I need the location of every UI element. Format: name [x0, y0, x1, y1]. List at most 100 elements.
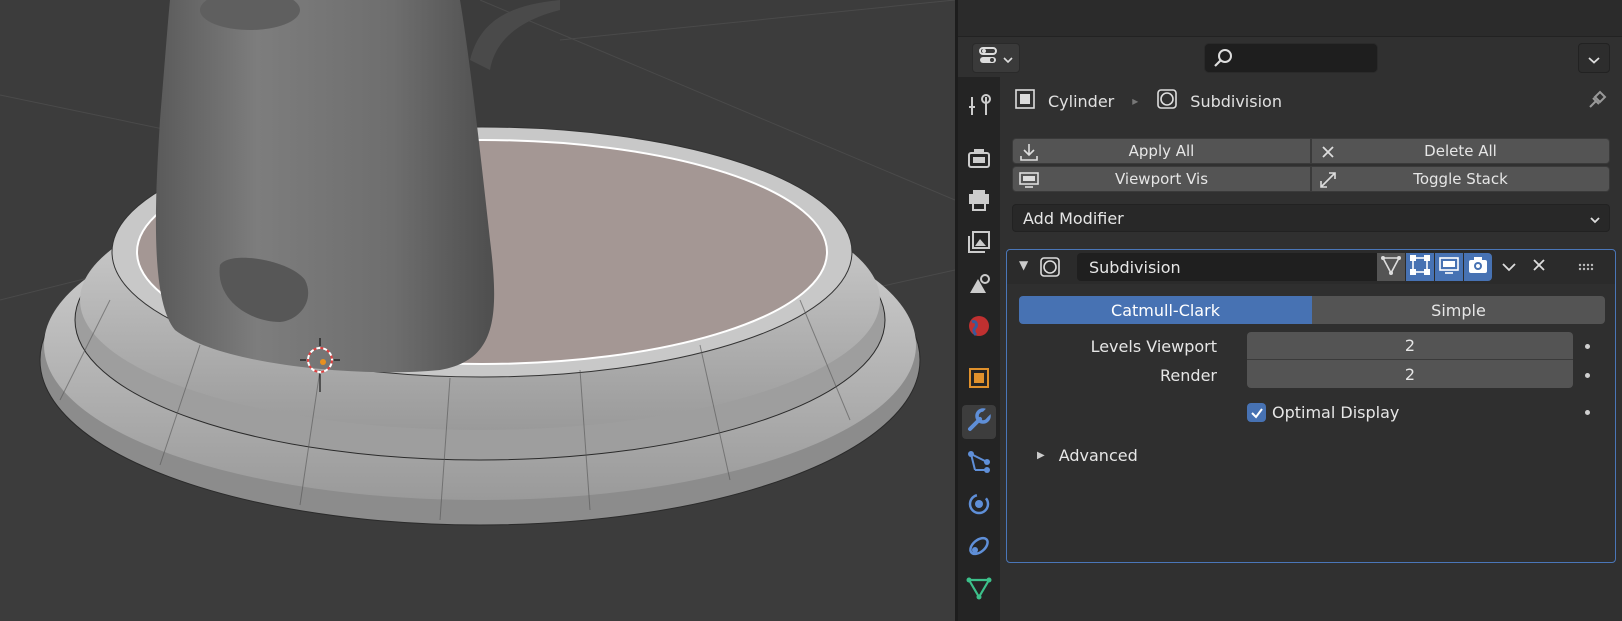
chevron-down-icon [1588, 49, 1600, 68]
advanced-subpanel-toggle[interactable]: ▶ Advanced [1037, 446, 1138, 465]
sculpt-handle [470, 0, 560, 70]
delete-all-label: Delete All [1424, 142, 1497, 160]
properties-header [958, 37, 1622, 77]
modifier-menu-dropdown[interactable] [1495, 253, 1523, 281]
breadcrumb: Cylinder ▸ Subdivision [1014, 87, 1282, 115]
subdivision-modifier-icon [1039, 256, 1061, 282]
tab-constraints[interactable] [962, 531, 996, 565]
breadcrumb-object: Cylinder [1048, 91, 1115, 111]
checkmark-icon [1247, 403, 1266, 422]
close-icon [1531, 257, 1547, 277]
viewport-vis-label: Viewport Vis [1114, 170, 1209, 188]
modifier-name: Subdivision [1089, 257, 1181, 277]
breadcrumb-separator-icon: ▸ [1132, 94, 1139, 108]
catmull-clark-option[interactable]: Catmull-Clark [1019, 296, 1312, 324]
3d-viewport[interactable] [0, 0, 955, 621]
modifier-header: ▼ Subdivision [1007, 250, 1615, 284]
expand-triangle-icon: ▶ [1037, 450, 1045, 461]
world-icon [966, 313, 992, 343]
tab-render[interactable] [962, 143, 996, 177]
properties-editor: Cylinder ▸ Subdivision Apply All Delete … [958, 0, 1622, 621]
toggle-stack-button[interactable]: Toggle Stack [1311, 166, 1610, 192]
tab-particles[interactable] [962, 447, 996, 481]
monitor-icon [1019, 170, 1039, 194]
pin-icon[interactable] [1586, 89, 1608, 115]
search-icon [1213, 48, 1233, 72]
optimal-display-checkbox[interactable]: Optimal Display [1247, 403, 1399, 422]
apply-all-button[interactable]: Apply All [1012, 138, 1311, 164]
add-modifier-dropdown[interactable]: Add Modifier [1012, 204, 1610, 232]
mesh-data-icon [966, 575, 992, 605]
tab-tool[interactable] [962, 91, 996, 125]
collapse-triangle-icon[interactable]: ▼ [1019, 258, 1028, 272]
printer-icon [966, 187, 992, 217]
chevron-down-icon [1501, 258, 1517, 277]
viewport-display-toggle[interactable] [1435, 253, 1463, 281]
tab-object[interactable] [962, 363, 996, 397]
keyframe-dot-icon[interactable] [1585, 344, 1590, 349]
wrench-screwdriver-icon [966, 93, 992, 123]
drag-handle-icon[interactable] [1573, 253, 1601, 281]
tab-output[interactable] [962, 185, 996, 219]
tab-view-layer[interactable] [962, 227, 996, 261]
tab-scene[interactable] [962, 269, 996, 303]
chevron-down-icon [1003, 49, 1013, 68]
subdivision-type-selector: Catmull-Clark Simple [1019, 296, 1605, 324]
subdivision-modifier-panel: ▼ Subdivision Catmull-Clark Simple Level… [1006, 249, 1616, 563]
visibility-row: Viewport Vis Toggle Stack [1012, 166, 1610, 192]
properties-tabs [958, 77, 1000, 621]
breadcrumb-modifier: Subdivision [1190, 91, 1282, 111]
options-dropdown-button[interactable] [1578, 43, 1610, 73]
mesh-vertex-icon [1380, 254, 1402, 280]
tab-world[interactable] [962, 311, 996, 345]
top-bar [958, 0, 1622, 37]
keyframe-dot-icon[interactable] [1585, 410, 1590, 415]
particles-icon [966, 449, 992, 479]
render-toggle[interactable] [1464, 253, 1492, 281]
toggle-stack-label: Toggle Stack [1413, 170, 1508, 188]
viewport-vis-button[interactable]: Viewport Vis [1012, 166, 1311, 192]
apply-all-label: Apply All [1128, 142, 1195, 160]
edit-cage-toggle[interactable] [1377, 253, 1405, 281]
monitor-icon [1438, 254, 1460, 280]
modifier-name-field[interactable]: Subdivision [1077, 253, 1377, 281]
object-data-icon [1014, 88, 1036, 114]
render-levels-label: Render [1160, 366, 1217, 385]
levels-viewport-value: 2 [1404, 336, 1416, 355]
levels-viewport-field[interactable]: 2 [1247, 332, 1573, 360]
apply-delete-row: Apply All Delete All [1012, 138, 1610, 164]
tab-modifiers[interactable] [962, 405, 996, 439]
edit-mode-icon [1409, 254, 1431, 280]
wrench-icon [966, 407, 992, 437]
physics-icon [966, 491, 992, 521]
edit-mode-toggle[interactable] [1406, 253, 1434, 281]
delete-all-button[interactable]: Delete All [1311, 138, 1610, 164]
object-icon [966, 365, 992, 395]
download-icon [1019, 142, 1039, 166]
levels-viewport-label: Levels Viewport [1090, 337, 1217, 356]
image-stack-icon [966, 229, 992, 259]
modifier-properties: Cylinder ▸ Subdivision Apply All Delete … [1000, 77, 1622, 621]
render-levels-field[interactable]: 2 [1247, 360, 1573, 388]
search-input[interactable] [1204, 43, 1378, 73]
expand-icon [1318, 170, 1338, 194]
scene-icon [966, 271, 992, 301]
camera-back-icon [966, 145, 992, 175]
sculpt-body [155, 0, 495, 373]
remove-modifier-button[interactable] [1525, 253, 1553, 281]
advanced-label: Advanced [1058, 446, 1138, 465]
close-icon [1318, 142, 1338, 166]
tab-data[interactable] [962, 573, 996, 607]
render-levels-value: 2 [1404, 364, 1416, 384]
camera-icon [1467, 254, 1489, 280]
subdivision-modifier-icon [1156, 88, 1178, 114]
chevron-down-icon [1589, 211, 1601, 230]
optimal-display-label: Optimal Display [1272, 403, 1400, 422]
keyframe-dot-icon[interactable] [1585, 373, 1590, 378]
viewport-scene [0, 0, 955, 526]
simple-option[interactable]: Simple [1312, 296, 1605, 324]
editor-type-button[interactable] [972, 43, 1020, 73]
tab-physics[interactable] [962, 489, 996, 523]
add-modifier-label: Add Modifier [1023, 208, 1124, 228]
constraints-icon [966, 533, 992, 563]
